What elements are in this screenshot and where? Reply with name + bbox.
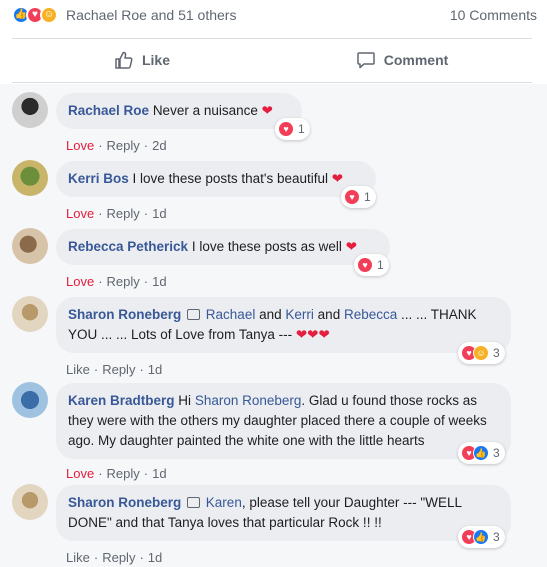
comment-bubble-icon (356, 52, 375, 69)
comment-author[interactable]: Kerri Bos (68, 171, 129, 186)
comment-actions: Love · Reply · 1d (66, 466, 167, 481)
reaction-count: 3 (493, 530, 500, 544)
love-icon: ♥ (344, 189, 360, 205)
love-icon: ♥ (357, 257, 373, 273)
comment-author[interactable]: Rebecca Petherick (68, 239, 188, 254)
comment-bubble: Rebecca Petherick I love these posts as … (56, 229, 390, 265)
reaction-badge[interactable]: ♥ 1 (354, 254, 389, 276)
comment-author[interactable]: Karen Bradtberg (68, 393, 175, 408)
avatar[interactable] (12, 228, 48, 264)
comment-text: I love these posts as well (191, 239, 342, 254)
love-reaction-link[interactable]: Love (66, 274, 94, 289)
reaction-count: 1 (298, 122, 305, 136)
comment-text: Hi (178, 393, 192, 408)
comment-author[interactable]: Rachael Roe (68, 103, 149, 118)
mention-link[interactable]: Rachael (206, 307, 256, 322)
reaction-count: 3 (493, 446, 500, 460)
comment-button[interactable]: Comment (272, 42, 532, 78)
love-reaction-link[interactable]: Love (66, 206, 94, 221)
comment-button-label: Comment (383, 52, 449, 68)
like-link[interactable]: Like (66, 362, 90, 377)
comment-text: I love these posts that's beautiful (132, 171, 328, 186)
love-reaction-link[interactable]: Love (66, 138, 94, 153)
reply-link[interactable]: Reply (102, 550, 135, 565)
comment-text: and (317, 307, 341, 322)
reaction-summary: 👍 ♥ ☺ Rachael Roe and 51 others 10 Comme… (12, 4, 537, 26)
comment-text: and (259, 307, 282, 322)
comment-author[interactable]: Sharon Roneberg (68, 307, 181, 322)
comment-timestamp[interactable]: 1d (152, 274, 166, 289)
comment-actions: Love · Reply · 1d (66, 274, 167, 289)
comment-timestamp[interactable]: 2d (152, 138, 166, 153)
reply-link[interactable]: Reply (107, 274, 140, 289)
comment-text: Never a nuisance (152, 103, 258, 118)
comment-author[interactable]: Sharon Roneberg (68, 495, 181, 510)
avatar[interactable] (12, 92, 48, 128)
reaction-badge[interactable]: ♥ 👍 3 (458, 526, 505, 548)
heart-emoji-icon: ❤ (261, 103, 273, 118)
heart-emoji-icon: ❤❤❤ (295, 327, 330, 342)
comment-bubble: Kerri Bos I love these posts that's beau… (56, 161, 376, 197)
avatar[interactable] (12, 160, 48, 196)
avatar[interactable] (12, 484, 48, 520)
comment-timestamp[interactable]: 1d (152, 206, 166, 221)
comment-bubble: Karen Bradtberg Hi Sharon Roneberg. Glad… (56, 383, 511, 459)
mention-link[interactable]: Karen (206, 495, 242, 510)
reaction-count: 1 (364, 190, 371, 204)
reaction-badge[interactable]: ♥ 👍 3 (458, 442, 505, 464)
reply-link[interactable]: Reply (107, 206, 140, 221)
like-button[interactable]: Like (12, 42, 272, 78)
messenger-icon (187, 497, 201, 508)
reaction-names-link[interactable]: Rachael Roe and 51 others (66, 7, 236, 23)
care-icon: ☺ (473, 345, 489, 361)
like-icon: 👍 (473, 445, 489, 461)
care-icon: ☺ (40, 6, 58, 24)
heart-emoji-icon: ❤ (331, 171, 344, 186)
comment-timestamp[interactable]: 1d (148, 362, 162, 377)
reply-link[interactable]: Reply (107, 138, 140, 153)
comment-actions: Love · Reply · 2d (66, 138, 167, 153)
reaction-count: 3 (493, 346, 500, 360)
love-icon: ♥ (278, 121, 294, 137)
comment-timestamp[interactable]: 1d (148, 550, 162, 565)
comment-actions: Like · Reply · 1d (66, 362, 163, 377)
divider (12, 38, 532, 39)
mention-link[interactable]: Rebecca (344, 307, 397, 322)
mention-link[interactable]: Kerri (285, 307, 314, 322)
comment-bubble: Sharon Roneberg Karen, please tell your … (56, 485, 511, 541)
comments-count-link[interactable]: 10 Comments (450, 7, 537, 23)
love-reaction-link[interactable]: Love (66, 466, 94, 481)
comments-list: Rachael Roe Never a nuisance ❤ ♥ 1 Love ·… (0, 84, 547, 567)
reply-link[interactable]: Reply (102, 362, 135, 377)
comment-bubble: Sharon Roneberg Rachael and Kerri and Re… (56, 297, 511, 353)
reply-link[interactable]: Reply (107, 466, 140, 481)
mention-link[interactable]: Sharon Roneberg (195, 393, 302, 408)
comment-actions: Like · Reply · 1d (66, 550, 163, 565)
action-bar: Like Comment (12, 42, 532, 78)
reaction-icons[interactable]: 👍 ♥ ☺ (12, 6, 58, 24)
reaction-badge[interactable]: ♥ 1 (275, 118, 310, 140)
reaction-badge[interactable]: ♥ 1 (341, 186, 376, 208)
messenger-icon (187, 309, 201, 320)
like-button-label: Like (141, 52, 170, 68)
divider (12, 82, 532, 83)
comment-timestamp[interactable]: 1d (152, 466, 166, 481)
reaction-count: 1 (377, 258, 384, 272)
avatar[interactable] (12, 296, 48, 332)
comment-actions: Love · Reply · 1d (66, 206, 167, 221)
reaction-badge[interactable]: ♥ ☺ 3 (458, 342, 505, 364)
comment-bubble: Rachael Roe Never a nuisance ❤ (56, 93, 302, 129)
like-icon: 👍 (473, 529, 489, 545)
like-link[interactable]: Like (66, 550, 90, 565)
thumbs-up-icon (115, 51, 133, 69)
avatar[interactable] (12, 382, 48, 418)
heart-emoji-icon: ❤ (345, 239, 357, 254)
